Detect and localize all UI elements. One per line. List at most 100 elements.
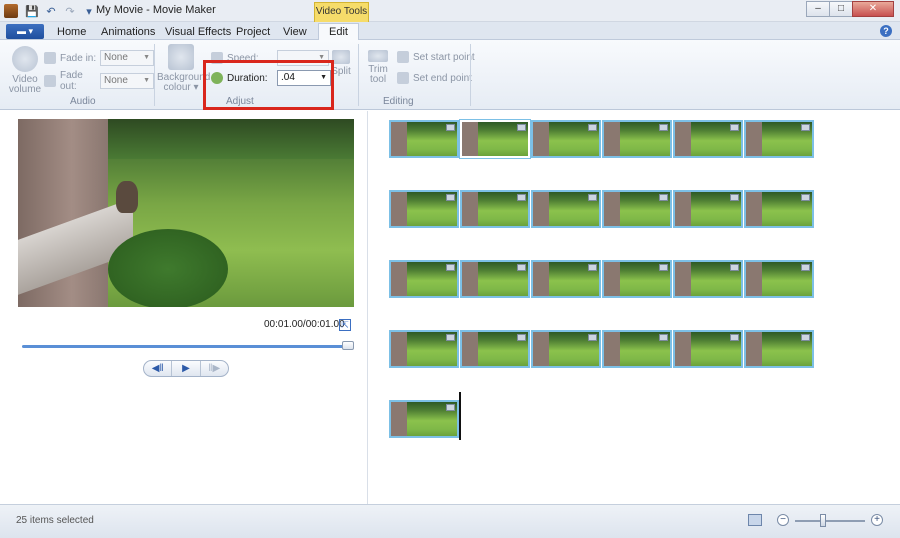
set-start-point-button[interactable]: Set start point [397,51,475,63]
zoom-in-button[interactable]: + [871,514,883,526]
maximize-button[interactable]: □ [829,1,853,17]
preview-squirrel [116,181,138,213]
storyboard-clip[interactable] [389,330,459,368]
help-icon[interactable]: ? [880,25,892,37]
fade-out-dropdown[interactable]: None ▼ [100,73,154,89]
storyboard-clip[interactable] [531,330,601,368]
zoom-slider[interactable] [795,520,865,522]
storyboard-clip[interactable] [389,120,459,158]
storyboard-clip[interactable] [602,330,672,368]
storyboard-clip[interactable] [673,190,743,228]
minimize-button[interactable]: ‒ [806,1,830,17]
expand-preview-icon[interactable]: ⇱ [339,319,351,331]
next-frame-button[interactable]: ‖▶ [199,361,228,376]
storyboard-clip[interactable] [673,120,743,158]
preview-pane: 00:01.00/00:01.00 ⇱ ◀‖ ▶ ‖▶ [0,111,368,504]
tab-animations[interactable]: Animations [101,24,155,40]
redo-icon[interactable]: ↷ [62,3,78,19]
status-bar: 25 items selected − + [0,504,900,538]
tab-home[interactable]: Home [57,24,86,40]
zoom-out-button[interactable]: − [777,514,789,526]
background-colour-label-line2: colour ▾ [163,82,199,93]
set-end-point-button[interactable]: Set end point [397,72,472,84]
trim-tool-button[interactable]: Trim tool [365,50,391,85]
status-text: 25 items selected [16,515,94,526]
trim-icon [368,50,388,62]
trim-tool-label-line2: tool [369,74,387,85]
group-divider [154,44,155,106]
storyboard-clip[interactable] [673,330,743,368]
video-preview[interactable] [18,119,354,307]
preview-timecode: 00:01.00/00:01.00 [264,319,345,330]
storyboard-clip[interactable] [531,120,601,158]
set-end-point-icon [397,72,409,84]
storyboard-clip[interactable] [389,260,459,298]
ribbon-tab-row: ▬ ▾ Home Animations Visual Effects Proje… [0,22,900,41]
undo-icon[interactable]: ↶ [43,3,59,19]
storyboard-clip[interactable] [531,260,601,298]
video-volume-label-line2: volume [8,84,42,95]
preview-shrub [108,229,228,307]
save-icon[interactable]: 💾 [24,3,40,19]
video-tools-context-label: Video Tools [314,2,369,22]
storyboard-clip[interactable] [389,400,459,438]
thumbnail-size-icon[interactable] [748,514,762,526]
fade-in-dropdown[interactable]: None ▼ [100,50,154,66]
fade-out-value: None [104,75,128,86]
fade-out-label: Fade out: [60,70,83,92]
storyboard-clip[interactable] [531,190,601,228]
tab-visual-effects[interactable]: Visual Effects [165,24,231,40]
fade-out-row: Fade out: None ▼ [44,70,154,92]
paint-bucket-icon [168,44,194,70]
storyboard-clip[interactable] [460,260,530,298]
storyboard-clip[interactable] [673,260,743,298]
playback-controls: ◀‖ ▶ ‖▶ [143,360,229,377]
ribbon: Video volume Fade in: None ▼ Fade out: No… [0,40,900,110]
storyboard-clip[interactable] [602,260,672,298]
background-colour-button[interactable]: Background colour ▾ [157,44,210,93]
storyboard-clip[interactable] [460,190,530,228]
set-start-point-label: Set start point [413,51,475,63]
storyboard-pane [369,111,900,504]
title-bar: 💾 ↶ ↷ ▾ My Movie - Movie Maker Video Too… [0,0,900,22]
video-volume-button[interactable]: Video volume [8,46,42,95]
storyboard-clip[interactable] [744,330,814,368]
storyboard-clip[interactable] [744,190,814,228]
group-divider [470,44,471,106]
play-button[interactable]: ▶ [171,361,199,376]
window-title: My Movie - Movie Maker [96,4,216,16]
close-button[interactable]: ✕ [852,1,894,17]
tab-project[interactable]: Project [236,24,270,40]
fade-in-label: Fade in: [60,52,97,64]
storyboard-clip[interactable] [389,190,459,228]
fade-in-value: None [104,52,128,63]
seek-bar[interactable] [22,345,352,348]
fade-out-icon [44,75,56,87]
insertion-cursor [459,392,461,440]
tab-view[interactable]: View [283,24,307,40]
tab-edit[interactable]: Edit [318,23,359,41]
set-end-point-label: Set end point [413,72,472,84]
customize-toolbar-icon[interactable]: ▾ [81,3,97,19]
quick-access-toolbar: 💾 ↶ ↷ ▾ [0,3,100,19]
previous-frame-button[interactable]: ◀‖ [144,361,171,376]
fade-in-icon [44,52,56,64]
zoom-slider-thumb[interactable] [820,514,826,527]
storyboard-clip[interactable] [460,330,530,368]
window-controls: ‒ □ ✕ [806,1,894,17]
storyboard-clip[interactable] [459,119,531,159]
preview-trees [103,119,354,159]
set-start-point-icon [397,51,409,63]
split-icon [332,50,350,64]
audio-group-label: Audio [70,96,96,107]
file-menu-button[interactable]: ▬ ▾ [6,24,44,39]
movie-maker-app-icon[interactable] [4,4,18,18]
storyboard-clip[interactable] [744,120,814,158]
editing-group-label: Editing [383,96,414,107]
seek-thumb[interactable] [342,341,354,350]
storyboard-clip[interactable] [744,260,814,298]
fade-in-row: Fade in: None ▼ [44,50,154,66]
storyboard-clip[interactable] [602,120,672,158]
speaker-icon [12,46,38,72]
storyboard-clip[interactable] [602,190,672,228]
